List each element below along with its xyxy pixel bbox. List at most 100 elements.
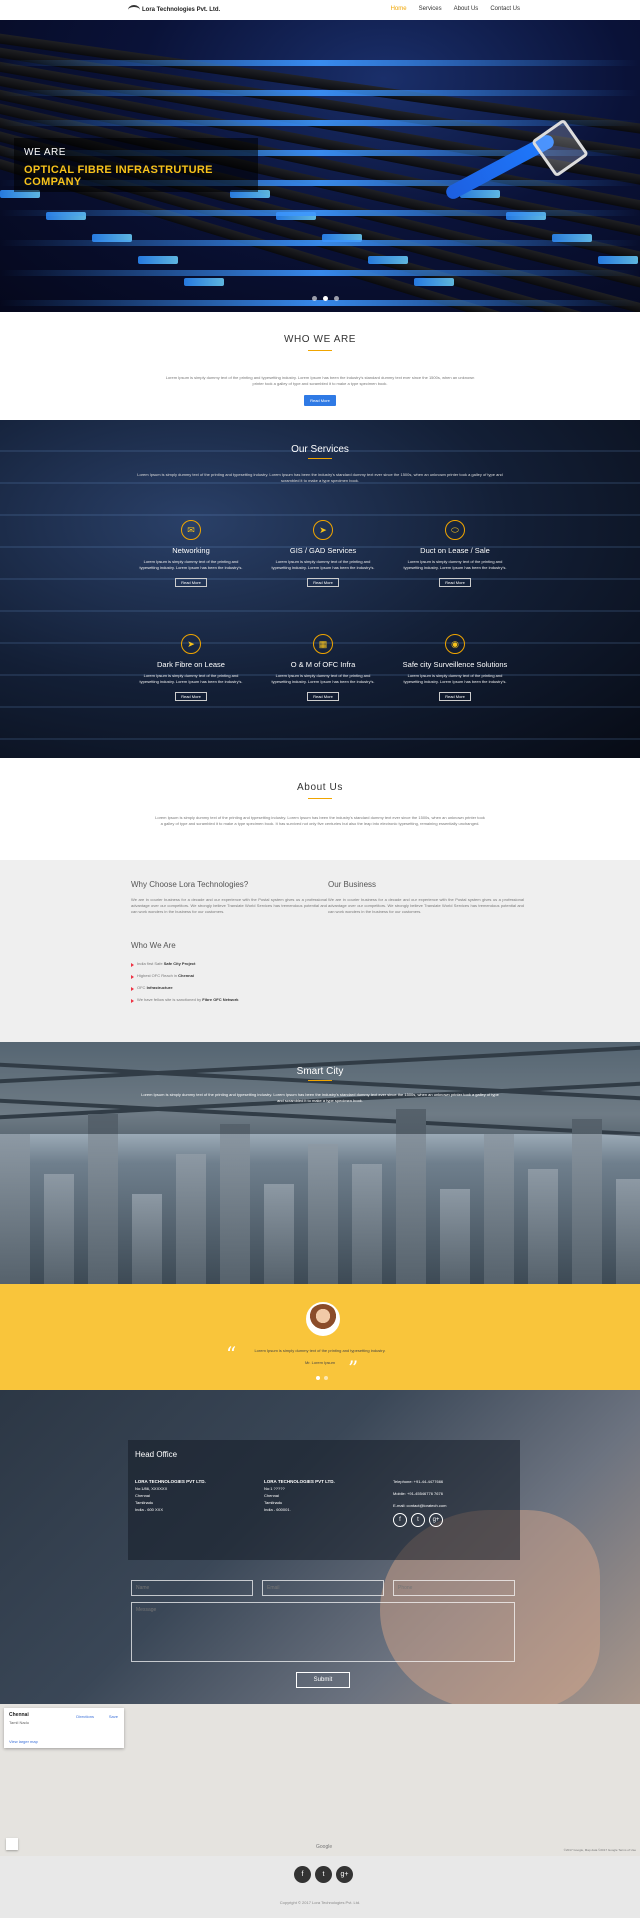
testimonial-dots [316,1376,328,1380]
company-name: LORA TECHNOLOGIES PVT LTD. [264,1479,335,1484]
address-line: Tamilnadu [135,1500,154,1505]
port-light [138,256,178,264]
zoom-control[interactable] [6,1838,18,1850]
testimonial-text: Lorem Ipsum is simply dummy text of the … [254,1348,386,1353]
service-card: ◉ Safe city Surveillence Solutions Lorem I… [400,634,510,703]
save-link[interactable]: Save [109,1714,118,1719]
who-title: WHO WE ARE [283,334,357,345]
nav-link-about-us[interactable]: About Us [454,6,479,12]
address-line: India - 600 XXX [135,1507,164,1512]
logo-text: Lora Technologies Pvt. Ltd. [142,7,221,13]
twitter-icon[interactable]: t [315,1866,332,1883]
building [132,1194,162,1284]
map-info-card: Chennai Tamil Nadu Directions Save View … [4,1708,124,1748]
email[interactable]: E-mail: contact@loratech.com [393,1502,446,1509]
light-glow [0,270,640,276]
building [308,1144,338,1284]
directions-link[interactable]: Directions [76,1714,94,1719]
port-light [598,256,638,264]
light-glow [0,90,640,96]
read-more-button[interactable]: Read More [175,692,207,701]
service-card: ➤ GIS / GAD Services Lorem Ipsum is simply… [268,520,378,589]
message-field[interactable] [131,1602,515,1662]
phone-field[interactable] [393,1580,515,1596]
list-item-text: India first Safe [137,961,164,966]
twitter-icon[interactable]: t [411,1513,425,1527]
quote-close-icon: ” [348,1356,359,1380]
light-glow [0,60,640,66]
service-card: ⬭ Duct on Lease / Sale Lorem Ipsum is simp… [400,520,510,589]
service-card: ▦ O & M of OFC Infra Lorem Ipsum is simply… [268,634,378,703]
envelope-icon: ✉ [181,520,201,540]
read-more-button[interactable]: Read More [439,692,471,701]
map[interactable]: Chennai Tamil Nadu Directions Save View … [0,1704,640,1856]
building [352,1164,382,1284]
logo-mark [128,5,140,15]
google-plus-icon[interactable]: g+ [429,1513,443,1527]
contact-details: Telephone: +91-44-4477666 Mobile: +91-45… [393,1478,446,1527]
list-item-bold: Safe City Project [163,961,196,966]
address-line: India - 600001. [264,1507,291,1512]
service-desc: Lorem Ipsum is simply dummy text of the … [271,559,375,570]
why-column: Why Choose Lora Technologies? We are in … [131,880,327,1006]
building [176,1154,206,1284]
service-name: Duct on Lease / Sale [420,546,490,555]
nav-link-contact-us[interactable]: Contact Us [490,6,520,12]
copyright: Copyright © 2017 Lora Technologies Pvt. … [279,1900,361,1905]
email-field[interactable] [262,1580,384,1596]
address-line: Tamilnadu [264,1500,283,1505]
map-terms[interactable]: ©2017 Google, Map data ©2017 Google Term… [564,1848,636,1852]
why-title: Why Choose Lora Technologies? [131,880,249,889]
read-more-button[interactable]: Read More [439,578,471,587]
light-glow [0,210,640,216]
facebook-icon[interactable]: f [393,1513,407,1527]
building [220,1124,250,1284]
read-more-button[interactable]: Read More [307,692,339,701]
testimonial-dot[interactable] [324,1376,328,1380]
paper-plane-icon: ➤ [181,634,201,654]
why-text: We are in courier business for a decade … [131,897,327,914]
list-item: India first Safe Safe City Project [131,958,327,970]
slider-dot[interactable] [312,296,317,301]
business-text: We are in courier business for a decade … [328,897,524,914]
building [88,1114,118,1284]
read-more-button[interactable]: Read More [307,578,339,587]
about-text: Lorem Ipsum is simply dummy text of the … [155,815,485,826]
list-item-bold: Infrastructure [146,985,173,990]
list-item-text: OFC [137,985,147,990]
port-light [368,256,408,264]
google-plus-icon[interactable]: g+ [336,1866,353,1883]
title-underline [308,350,332,351]
read-more-button[interactable]: Read More [175,578,207,587]
building [440,1189,470,1284]
fibre-stripe [0,514,640,516]
slider-dot[interactable] [323,296,328,301]
larger-map-link[interactable]: View larger map [9,1739,38,1744]
building [0,1134,30,1284]
slider-dot[interactable] [334,296,339,301]
nav-link-services[interactable]: Services [419,6,442,12]
address-line: No:1 ????? [264,1486,285,1491]
read-more-button[interactable]: Read More [304,395,336,406]
nav-link-home[interactable]: Home [391,6,407,12]
testimonial-dot[interactable] [316,1376,320,1380]
logo[interactable]: Lora Technologies Pvt. Ltd. [128,3,220,17]
business-column: Our Business We are in courier business … [328,880,524,915]
submit-button[interactable]: Submit [296,1672,350,1688]
smart-text: Lorem Ipsum is simply dummy text of the … [141,1092,499,1103]
smart-title: Smart City [296,1066,344,1077]
eye-icon: ◉ [445,634,465,654]
services-intro: Lorem Ipsum is simply dummy text of the … [137,472,503,483]
name-field[interactable] [131,1580,253,1596]
list-item-bold: Chennai [178,973,194,978]
light-glow [0,240,640,246]
building [572,1119,602,1284]
address-line: Chennai [264,1493,279,1498]
port-light [184,278,224,286]
light-glow [0,120,640,126]
contact-section: Head Office LORA TECHNOLOGIES PVT LTD. N… [0,1390,640,1704]
facebook-icon[interactable]: f [294,1866,311,1883]
google-logo: Google [316,1844,333,1850]
service-card: ➤ Dark Fibre on Lease Lorem Ipsum is simpl… [136,634,246,703]
service-card: ✉ Networking Lorem Ipsum is simply dummy t… [136,520,246,589]
